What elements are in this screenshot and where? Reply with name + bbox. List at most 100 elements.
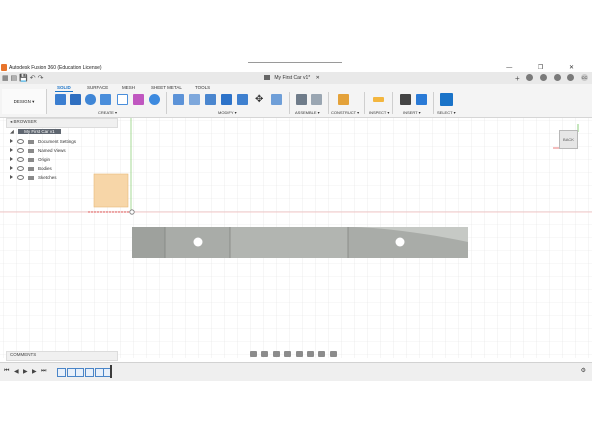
go-to-end-icon[interactable]: ⏭ (41, 368, 46, 375)
pan-icon[interactable] (272, 351, 280, 357)
orbit-icon[interactable] (250, 351, 257, 357)
fillet-icon[interactable] (189, 94, 200, 105)
comments-panel[interactable]: COMMENTS (6, 351, 118, 361)
insert-derive-icon[interactable] (400, 94, 411, 105)
combine-icon[interactable] (237, 94, 248, 105)
joint-icon[interactable] (311, 94, 322, 105)
title-bar: Autodesk Fusion 360 (Education License) … (0, 64, 592, 72)
chamfer-icon[interactable] (205, 94, 216, 105)
measure-icon[interactable] (373, 97, 384, 102)
browser-item-origin[interactable]: Origin (10, 157, 110, 165)
ribbon-separator (364, 92, 365, 114)
zoom-icon[interactable] (284, 351, 292, 357)
timeline-marker[interactable] (110, 365, 112, 378)
select-group-label[interactable]: SELECT ▾ (437, 110, 456, 115)
look-at-icon[interactable] (261, 351, 269, 357)
app-menu-icons[interactable]: ▦ ▤ 💾 ↶ ↷ (2, 74, 43, 82)
shell-icon[interactable] (221, 94, 232, 105)
browser-item-document-settings[interactable]: Document Settings (10, 139, 110, 147)
extrude-icon[interactable] (70, 94, 81, 105)
press-pull-icon[interactable] (173, 94, 184, 105)
folder-icon (28, 148, 34, 153)
help-icon[interactable] (567, 74, 575, 81)
notifications-icon[interactable] (553, 74, 561, 81)
tab-solid[interactable]: SOLID (57, 85, 71, 90)
new-tab-icon[interactable]: + (515, 74, 520, 83)
expand-icon[interactable] (10, 148, 13, 152)
gear-icon (28, 139, 34, 144)
modify-group-label[interactable]: MODIFY ▾ (218, 110, 237, 115)
new-sketch-icon[interactable] (55, 94, 66, 105)
timeline-settings-icon[interactable]: ⚙ (581, 367, 586, 374)
expand-icon[interactable] (10, 157, 13, 161)
timeline-feature-sketch[interactable] (57, 368, 66, 377)
display-settings-icon[interactable] (306, 351, 314, 357)
workspace-switcher[interactable]: DESIGN ▾ (2, 89, 47, 114)
align-icon[interactable] (271, 94, 282, 105)
inspect-group-label[interactable]: INSPECT ▾ (369, 110, 389, 115)
visibility-icon[interactable] (17, 148, 24, 154)
form-icon[interactable] (133, 94, 144, 105)
construct-group-label[interactable]: CONSTRUCT ▾ (331, 110, 359, 115)
expand-icon[interactable] (10, 139, 13, 143)
timeline-feature-extrude[interactable] (85, 368, 94, 377)
top-right-icons: + CC (510, 74, 588, 83)
browser-root-node[interactable]: ◢ My First Car v1 (10, 129, 61, 137)
document-tab[interactable]: My First Car v1* ✕ (264, 74, 374, 84)
visibility-icon[interactable] (17, 157, 24, 163)
ribbon-separator (328, 92, 329, 114)
tab-surface[interactable]: SURFACE (87, 85, 108, 90)
offset-plane-icon[interactable] (338, 94, 349, 105)
browser-title: BROWSER (13, 119, 37, 124)
navigation-bar (250, 351, 345, 360)
insert-group-label[interactable]: INSERT ▾ (403, 110, 421, 115)
timeline-feature-sketch[interactable] (75, 368, 84, 377)
go-to-start-icon[interactable]: ⏮ (4, 368, 9, 375)
browser-root-label: My First Car v1 (18, 129, 61, 134)
browser-item-label: Document Settings (38, 139, 77, 144)
browser-collapse-icon[interactable]: ◂ (10, 119, 12, 124)
tab-sheet-metal[interactable]: SHEET METAL (151, 85, 182, 90)
close-tab-icon[interactable]: ✕ (316, 75, 320, 81)
browser-item-sketches[interactable]: Sketches (10, 175, 110, 183)
browser-item-named-views[interactable]: Named Views (10, 148, 110, 156)
user-avatar[interactable]: CC (581, 74, 588, 81)
select-icon[interactable] (440, 93, 453, 106)
assemble-group-label[interactable]: ASSEMBLE ▾ (295, 110, 320, 115)
expand-icon[interactable] (10, 175, 13, 179)
step-forward-icon[interactable]: ▶ (32, 368, 37, 375)
window-controls[interactable]: — ❐ ✕ (506, 64, 586, 71)
insert-image-icon[interactable] (416, 94, 427, 105)
step-back-icon[interactable]: ◀ (14, 368, 19, 375)
tab-mesh[interactable]: MESH (122, 85, 135, 90)
browser-item-bodies[interactable]: Bodies (10, 166, 110, 174)
box-icon[interactable] (117, 94, 128, 105)
folder-icon (28, 157, 34, 162)
mounting-hole (395, 237, 405, 247)
extensions-icon[interactable] (526, 74, 534, 81)
browser-panel-header[interactable]: ◂ BROWSER (6, 118, 118, 128)
expand-icon[interactable] (10, 166, 13, 170)
play-icon[interactable]: ▶ (23, 368, 28, 375)
new-component-icon[interactable] (296, 94, 307, 105)
mounting-hole (193, 237, 203, 247)
browser-item-label: Origin (38, 157, 51, 162)
fit-icon[interactable] (295, 351, 303, 357)
ribbon-separator (166, 92, 167, 114)
part-left-section (132, 227, 165, 258)
viewcube[interactable]: BACK (559, 130, 578, 149)
viewports-icon[interactable] (329, 351, 337, 357)
visibility-icon[interactable] (17, 166, 24, 172)
tab-tools[interactable]: TOOLS (195, 85, 210, 90)
sweep-icon[interactable] (100, 94, 111, 105)
visibility-icon[interactable] (17, 139, 24, 145)
grid-settings-icon[interactable] (318, 351, 326, 357)
visibility-icon[interactable] (17, 175, 24, 181)
job-status-icon[interactable] (539, 74, 547, 81)
move-icon[interactable]: ✥ (255, 94, 266, 105)
folder-icon (28, 166, 34, 171)
pattern-icon[interactable] (149, 94, 160, 105)
folder-icon (28, 175, 34, 180)
revolve-icon[interactable] (85, 94, 96, 105)
create-group-label[interactable]: CREATE ▾ (98, 110, 117, 115)
